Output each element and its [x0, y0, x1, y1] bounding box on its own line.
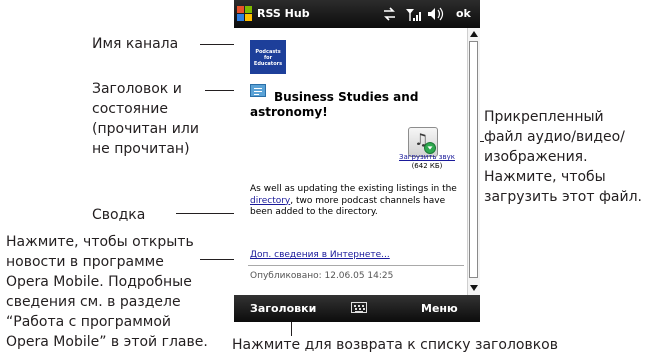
- annotation-title-status-line: не прочитан): [92, 141, 190, 157]
- annotation-open-in-browser: Нажмите, чтобы открыть новости в програм…: [6, 232, 228, 352]
- podcast-channel-logo: Podcasts for Educators: [250, 40, 286, 74]
- annotation-attachment-line: Нажмите, чтобы: [484, 169, 606, 185]
- annotation-back-to-headlines: Нажмите для возврата к списку заголовков: [232, 337, 558, 353]
- volume-icon: [428, 7, 444, 21]
- annotation-open-in-browser-line: Opera Mobile” в этой главе.: [6, 334, 208, 350]
- annotation-attachment-line: файл аудио/видео/: [484, 129, 625, 145]
- status-icons[interactable]: [382, 4, 450, 24]
- app-title: RSS Hub: [257, 7, 310, 20]
- leader-line-summary: [176, 213, 234, 214]
- directory-link[interactable]: directory: [250, 196, 290, 206]
- annotation-title-status-line: (прочитан или: [92, 121, 199, 137]
- more-info-web-link[interactable]: Доп. сведения в Интернете...: [250, 250, 390, 260]
- channel-logo-line: Educators: [253, 61, 283, 67]
- annotation-title-status-line: Заголовок и: [92, 81, 182, 97]
- annotation-title-status: Заголовок и состояние (прочитан или не п…: [92, 79, 216, 159]
- divider: [248, 265, 464, 266]
- annotation-open-in-browser-line: Нажмите, чтобы открыть: [6, 234, 194, 250]
- published-date: Опубликовано: 12.06.05 14:25: [250, 271, 394, 281]
- annotation-attachment-line: загрузить этот файл.: [484, 189, 643, 205]
- menu-soft-key[interactable]: Меню: [421, 302, 458, 315]
- annotation-open-in-browser-line: “Работа с программой: [6, 314, 172, 330]
- annotation-attachment: Прикрепленный файл аудио/видео/ изображе…: [484, 107, 656, 207]
- annotation-open-in-browser-line: сведения см. в разделе: [6, 294, 181, 310]
- device-screen: RSS Hub ok Podcasts for Educators Busine…: [234, 0, 480, 322]
- vertical-scrollbar[interactable]: [467, 28, 480, 295]
- annotation-title-status-line: состояние: [92, 101, 168, 117]
- item-title: Business Studies and astronomy!: [250, 90, 419, 119]
- download-audio-link[interactable]: Загрузить звук: [394, 153, 460, 161]
- windows-logo-icon[interactable]: [237, 6, 253, 22]
- signal-icon: [406, 9, 421, 21]
- leader-line-back: [291, 320, 292, 336]
- scrollbar-thumb[interactable]: [469, 41, 478, 278]
- headlines-soft-key[interactable]: Заголовки: [250, 302, 316, 315]
- attachment-file-size: (642 КБ): [411, 162, 443, 170]
- annotation-open-in-browser-line: Opera Mobile. Подробные: [6, 274, 192, 290]
- annotation-open-in-browser-line: новости в программе: [6, 254, 164, 270]
- ok-button[interactable]: ok: [456, 7, 471, 20]
- summary-text: As well as updating the existing listing…: [250, 184, 457, 194]
- leader-line-open-in-browser: [200, 259, 238, 260]
- sync-icon: [384, 7, 395, 21]
- feed-item-view: Podcasts for Educators Business Studies …: [234, 28, 467, 295]
- item-summary: As well as updating the existing listing…: [250, 184, 462, 219]
- scroll-up-arrow-icon[interactable]: [470, 31, 478, 37]
- keyboard-icon[interactable]: [351, 302, 367, 313]
- soft-key-bar: Заголовки Меню: [234, 295, 480, 322]
- title-bar: RSS Hub ok: [234, 0, 480, 28]
- annotation-channel-name: Имя канала: [92, 36, 179, 52]
- annotation-attachment-line: изображения.: [484, 149, 588, 165]
- scroll-down-arrow-icon[interactable]: [470, 285, 478, 291]
- annotation-attachment-line: Прикрепленный: [484, 109, 604, 125]
- annotation-summary: Сводка: [92, 207, 146, 223]
